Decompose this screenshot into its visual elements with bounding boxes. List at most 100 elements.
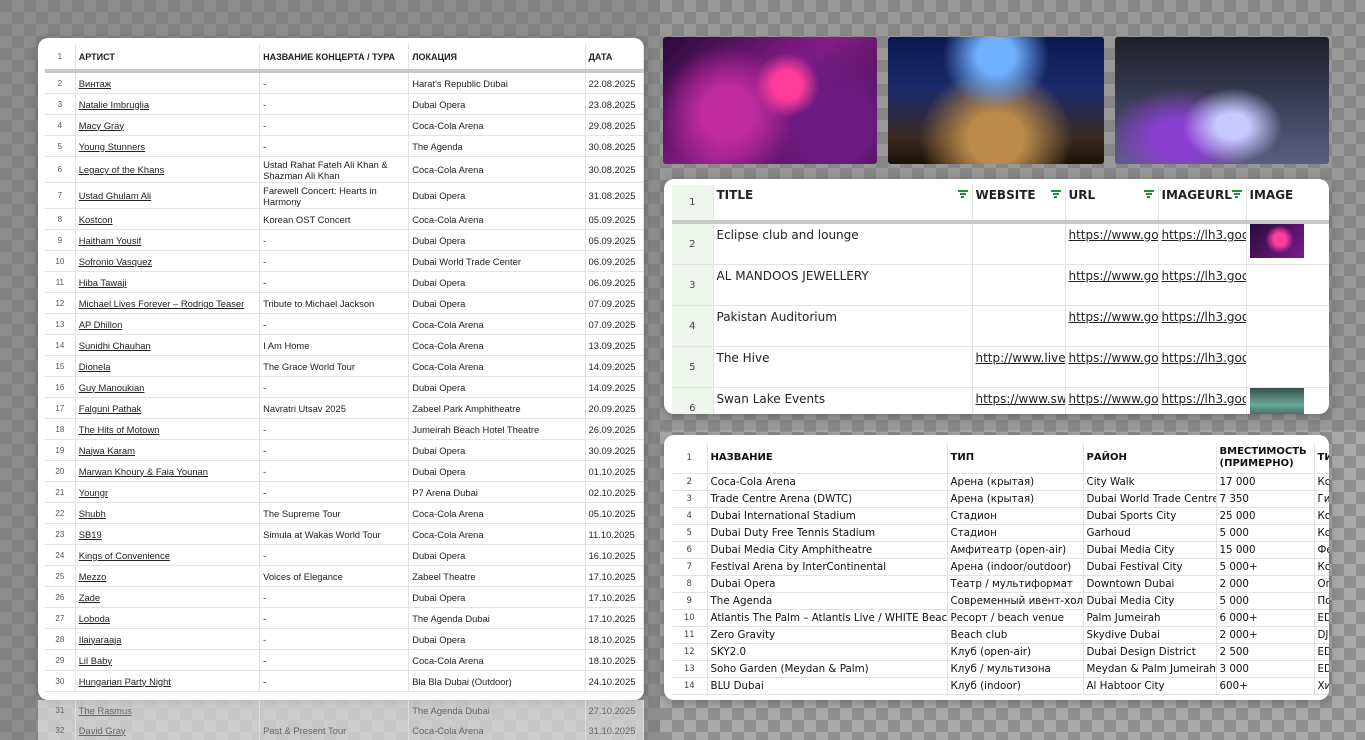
artist-cell[interactable]: Zade (75, 586, 261, 608)
artist-link[interactable]: Macy Gray (79, 120, 124, 131)
artist-cell[interactable]: Guy Manoukian (75, 376, 261, 398)
location-cell[interactable]: The Agenda Dubai (408, 607, 586, 629)
district-cell[interactable]: Al Habtoor City (1083, 677, 1217, 695)
location-cell[interactable]: Dubai Opera (408, 544, 586, 566)
location-cell[interactable]: Coca-Cola Arena (408, 355, 586, 377)
row-number[interactable]: 11 (45, 271, 76, 293)
tour-cell[interactable]: The Grace World Tour (259, 355, 410, 377)
date-cell[interactable]: 29.08.2025 (585, 114, 644, 136)
row-number[interactable]: 3 (672, 490, 708, 508)
date-cell[interactable]: 31.08.2025 (585, 182, 644, 209)
artist-cell[interactable]: AP Dhillon (75, 313, 261, 335)
typical-cell[interactable]: Фестивал (1314, 541, 1329, 559)
location-cell[interactable]: Coca-Cola Arena (408, 208, 586, 230)
website-cell[interactable] (972, 305, 1066, 347)
artist-link[interactable]: Sofronio Vasquez (79, 256, 152, 267)
row-number[interactable]: 13 (45, 313, 76, 335)
title-cell[interactable]: AL MANDOOS JEWELLERY (713, 264, 973, 306)
row-number[interactable]: 9 (45, 229, 76, 251)
capacity-cell[interactable]: 15 000 (1216, 541, 1315, 559)
location-cell[interactable]: Jumeirah Beach Hotel Theatre (408, 418, 586, 440)
url-cell[interactable]: https://www.goo (1065, 305, 1159, 347)
artist-cell[interactable]: Mezzo (75, 565, 261, 587)
name-cell[interactable]: SKY2.0 (707, 643, 948, 661)
tour-cell[interactable]: - (259, 93, 410, 115)
name-cell[interactable]: Zero Gravity (707, 626, 948, 644)
date-cell[interactable]: 30.08.2025 (585, 135, 644, 157)
row-number[interactable]: 23 (45, 523, 76, 545)
capacity-cell[interactable]: 5 000 (1216, 592, 1315, 610)
typical-cell[interactable]: Концерты (1314, 524, 1329, 542)
tour-cell[interactable]: - (259, 71, 410, 94)
artist-cell[interactable]: Ilaiyaraaja (75, 628, 261, 650)
type-cell[interactable]: Стадион (947, 524, 1084, 542)
location-cell[interactable]: Dubai Opera (408, 439, 586, 461)
artist-cell[interactable]: Young Stunners (75, 135, 261, 157)
name-cell[interactable]: Coca-Cola Arena (707, 473, 948, 491)
artist-cell[interactable]: Macy Gray (75, 114, 261, 136)
row-number[interactable]: 27 (45, 607, 76, 629)
imageurl-cell[interactable]: https://lh3.goog (1158, 222, 1247, 265)
artist-link[interactable]: Natalie Imbruglia (79, 99, 149, 110)
artist-cell[interactable]: Marwan Khoury & Faia Younan (75, 460, 261, 482)
typical-cell[interactable]: Гибкие ко (1314, 490, 1329, 508)
row-number[interactable]: 24 (45, 544, 76, 566)
type-cell[interactable]: Арена (крытая) (947, 490, 1084, 508)
column-header-image[interactable]: IMAGE (1246, 185, 1329, 223)
url-cell[interactable]: https://www.goo (1065, 346, 1159, 388)
tour-cell[interactable]: I Am Home (259, 334, 410, 356)
tour-cell[interactable]: - (259, 313, 410, 335)
location-cell[interactable]: Coca-Cola Arena (408, 313, 586, 335)
tour-cell[interactable]: The Supreme Tour (259, 502, 410, 524)
district-cell[interactable]: Dubai Media City (1083, 592, 1217, 610)
date-cell[interactable]: 17.10.2025 (585, 607, 644, 629)
title-cell[interactable]: The Hive (713, 346, 973, 388)
date-cell[interactable]: 14.09.2025 (585, 355, 644, 377)
tour-cell[interactable]: - (259, 586, 410, 608)
location-cell[interactable]: Dubai Opera (408, 376, 586, 398)
district-cell[interactable]: Downtown Dubai (1083, 575, 1217, 593)
title-cell[interactable]: Eclipse club and lounge (713, 222, 973, 265)
date-cell[interactable]: 11.10.2025 (585, 523, 644, 545)
artist-cell[interactable]: Haitham Yousif (75, 229, 261, 251)
capacity-cell[interactable]: 600+ (1216, 677, 1315, 695)
artist-link[interactable]: Ustad Ghulam Ali (79, 190, 151, 201)
artist-link[interactable]: SB19 (79, 529, 102, 540)
row-number[interactable]: 30 (45, 670, 76, 692)
artist-cell[interactable]: Youngr (75, 481, 261, 503)
row-number[interactable]: 25 (45, 565, 76, 587)
row-number[interactable]: 13 (672, 660, 708, 678)
row-number[interactable]: 15 (45, 355, 76, 377)
district-cell[interactable]: Dubai Media City (1083, 541, 1217, 559)
location-cell[interactable]: Dubai Opera (408, 93, 586, 115)
type-cell[interactable]: Амфитеатр (open-air) (947, 541, 1084, 559)
row-number[interactable]: 21 (45, 481, 76, 503)
type-cell[interactable]: Арена (крытая) (947, 473, 1084, 491)
url-cell[interactable]: https://www.goo (1065, 387, 1159, 414)
artist-link[interactable]: Michael Lives Forever – Rodrigo Teaser (79, 298, 245, 309)
row-number[interactable]: 20 (45, 460, 76, 482)
artist-cell[interactable]: Legacy of the Khans (75, 156, 261, 183)
column-header-district[interactable]: РАЙОН (1083, 443, 1217, 474)
location-cell[interactable]: Zabeel Park Amphitheatre (408, 397, 586, 419)
row-number[interactable]: 7 (672, 558, 708, 576)
artist-cell[interactable]: Lil Baby (75, 649, 261, 671)
date-cell[interactable]: 20.09.2025 (585, 397, 644, 419)
tour-cell[interactable]: Ustad Rahat Fateh Ali Khan & Shazman Ali… (259, 156, 410, 183)
artist-link[interactable]: Ilaiyaraaja (79, 634, 122, 645)
typical-cell[interactable]: Поп-конц (1314, 592, 1329, 610)
image-cell[interactable] (1246, 305, 1329, 347)
column-header-title[interactable]: TITLE (713, 185, 973, 223)
date-cell[interactable]: 26.09.2025 (585, 418, 644, 440)
tour-cell[interactable]: Farewell Concert: Hearts in Harmony (259, 182, 410, 209)
location-cell[interactable]: Coca-Cola Arena (408, 114, 586, 136)
district-cell[interactable]: Skydive Dubai (1083, 626, 1217, 644)
column-header-typical[interactable]: ТИПИЧНЫ (1314, 443, 1329, 474)
artist-cell[interactable]: Sofronio Vasquez (75, 250, 261, 272)
artist-cell[interactable]: Kostcon (75, 208, 261, 230)
artist-cell[interactable]: Hiba Tawaji (75, 271, 261, 293)
type-cell[interactable]: Арена (indoor/outdoor) (947, 558, 1084, 576)
location-cell[interactable]: Coca-Cola Arena (408, 502, 586, 524)
type-cell[interactable]: Beach club (947, 626, 1084, 644)
location-cell[interactable]: Bla Bla Dubai (Outdoor) (408, 670, 586, 692)
